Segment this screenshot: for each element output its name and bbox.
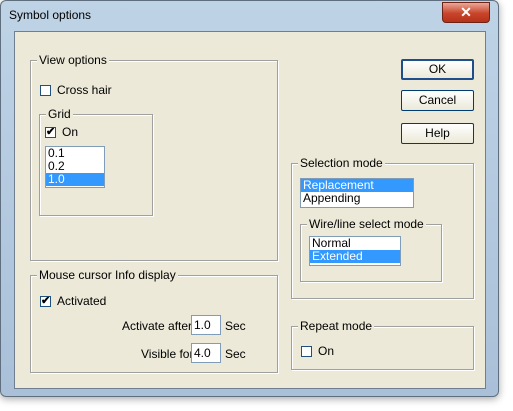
selection-mode-group: Selection mode Replacement Appending Wir… — [291, 156, 474, 299]
repeat-on-checkbox-box[interactable] — [301, 345, 312, 357]
selection-mode-legend: Selection mode — [298, 156, 385, 170]
close-button[interactable]: ✕ — [442, 2, 490, 23]
visible-for-unit: Sec — [225, 347, 246, 361]
window-title: Symbol options — [9, 8, 92, 22]
grid-legend: Grid — [46, 107, 73, 121]
cross-hair-checkbox-box[interactable] — [40, 84, 51, 96]
dialog-client-area: View options Cross hair Grid ✔ On 0.1 0.… — [14, 31, 486, 389]
list-item[interactable]: Appending — [301, 192, 413, 205]
help-button[interactable]: Help — [401, 123, 474, 144]
cross-hair-label: Cross hair — [57, 83, 112, 97]
close-icon: ✕ — [460, 4, 472, 20]
activate-after-input[interactable]: 1.0 — [191, 315, 221, 335]
activated-checkbox[interactable]: ✔ Activated — [40, 294, 106, 308]
repeat-mode-legend: Repeat mode — [298, 319, 375, 333]
visible-for-label: Visible for — [141, 347, 194, 361]
activate-after-unit: Sec — [225, 319, 246, 333]
grid-on-checkbox-box[interactable]: ✔ — [45, 125, 56, 138]
grid-group: Grid ✔ On 0.1 0.2 1.0 — [39, 107, 153, 216]
activated-checkbox-box[interactable]: ✔ — [40, 294, 51, 307]
ok-button[interactable]: OK — [401, 59, 474, 80]
visible-for-input[interactable]: 4.0 — [191, 343, 221, 363]
grid-on-label: On — [62, 125, 79, 139]
cross-hair-checkbox[interactable]: Cross hair — [40, 83, 112, 97]
mouse-cursor-legend: Mouse cursor Info display — [37, 268, 178, 282]
selection-mode-list[interactable]: Replacement Appending — [300, 178, 414, 208]
repeat-mode-group: Repeat mode On — [291, 319, 474, 370]
activated-label: Activated — [57, 294, 107, 308]
list-item-selected[interactable]: Extended — [310, 250, 400, 263]
wire-line-legend: Wire/line select mode — [307, 217, 426, 231]
wire-line-list[interactable]: Normal Extended — [309, 236, 401, 266]
dialog-window: Symbol options ✕ View options Cross hair… — [0, 0, 499, 397]
view-options-group: View options Cross hair Grid ✔ On 0.1 0.… — [30, 53, 278, 261]
cancel-button[interactable]: Cancel — [401, 90, 474, 111]
grid-on-checkbox[interactable]: ✔ On — [45, 125, 78, 139]
title-bar[interactable]: Symbol options ✕ — [1, 1, 498, 31]
view-options-legend: View options — [37, 53, 109, 67]
check-icon: ✔ — [46, 125, 56, 138]
repeat-on-label: On — [318, 344, 335, 358]
grid-spacing-list[interactable]: 0.1 0.2 1.0 — [45, 146, 105, 188]
repeat-on-checkbox[interactable]: On — [301, 344, 334, 358]
wire-line-select-group: Wire/line select mode Normal Extended — [300, 217, 442, 282]
list-item-selected[interactable]: 1.0 — [46, 173, 104, 186]
activate-after-label: Activate after — [122, 319, 193, 333]
mouse-cursor-info-group: Mouse cursor Info display ✔ Activated Ac… — [30, 268, 278, 373]
check-icon: ✔ — [41, 294, 51, 307]
